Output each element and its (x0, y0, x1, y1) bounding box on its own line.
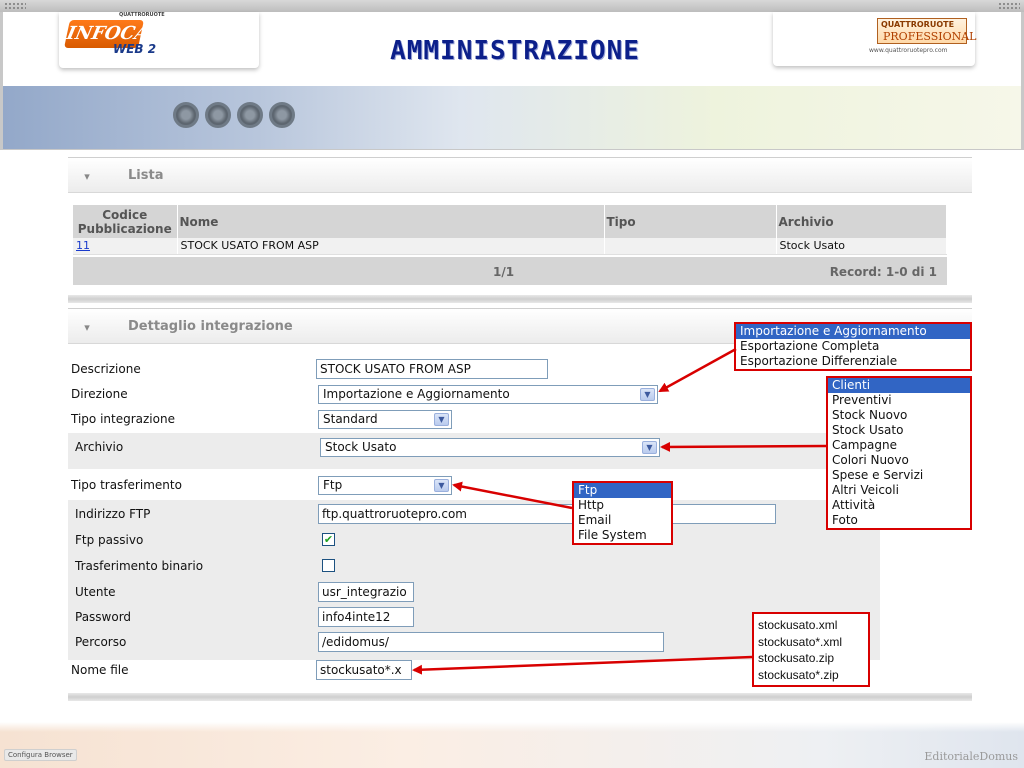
utente-input[interactable]: usr_integrazio (318, 582, 414, 602)
dettaglio-title: Dettaglio integrazione (128, 319, 293, 334)
configura-browser-button[interactable]: Configura Browser (4, 749, 77, 761)
trasferimento-binario-label: Trasferimento binario (75, 559, 204, 573)
infocar-logo: QUATTRORUOTE INFOCAR WEB 2 (59, 12, 259, 68)
option-item[interactable]: Ftp (574, 483, 671, 498)
chevron-down-icon[interactable]: ▼ (642, 441, 657, 454)
percorso-input[interactable]: /edidomus/ (318, 632, 664, 652)
cell-archivio: Stock Usato (776, 238, 947, 255)
option-item[interactable]: Stock Nuovo (828, 408, 970, 423)
top-bar (0, 0, 1024, 12)
page-title: AMMINISTRAZIONE (390, 36, 640, 66)
footer-brand: EditorialeDomus (924, 750, 1018, 763)
column-header: Archivio (776, 205, 947, 238)
footer: Configura Browser EditorialeDomus (0, 722, 1024, 768)
column-header: Codice Pubblicazione (73, 205, 178, 238)
ftp-passivo-label: Ftp passivo (75, 533, 144, 547)
grip-icon (998, 2, 1020, 10)
collapse-icon[interactable]: ▾ (80, 321, 94, 335)
direzione-label: Direzione (71, 387, 128, 401)
tipo-trasferimento-value: Ftp (323, 478, 343, 492)
percorso-label: Percorso (75, 635, 127, 649)
lista-table: Codice Pubblicazione Nome Tipo Archivio … (73, 205, 947, 255)
option-item[interactable]: Stock Usato (828, 423, 970, 438)
chevron-down-icon[interactable]: ▼ (434, 479, 449, 492)
password-label: Password (75, 610, 132, 624)
lista-title: Lista (128, 168, 164, 183)
grip-icon (4, 2, 26, 10)
collapse-icon[interactable]: ▾ (80, 170, 94, 184)
column-header: Tipo (604, 205, 777, 238)
archivio-value: Stock Usato (325, 440, 397, 454)
page-indicator: 1/1 (493, 265, 515, 279)
lista-section-header[interactable]: ▾ Lista (68, 157, 972, 193)
option-item[interactable]: Foto (828, 513, 970, 528)
option-item[interactable]: stockusato.zip (754, 650, 868, 667)
quattroruote-logo: QUATTRORUOTE PROFESSIONAL www.quattroruo… (773, 12, 977, 66)
header: QUATTRORUOTE INFOCAR WEB 2 AMMINISTRAZIO… (0, 12, 1024, 86)
nome-file-options-popup: stockusato.xml stockusato*.xml stockusat… (752, 612, 870, 687)
column-header: Nome (177, 205, 605, 238)
section-divider (68, 693, 972, 701)
option-item[interactable]: Spese e Servizi (828, 468, 970, 483)
cell-nome: STOCK USATO FROM ASP (177, 238, 605, 255)
nome-file-input[interactable]: stockusato*.x (316, 660, 412, 680)
table-row: 11 STOCK USATO FROM ASP Stock Usato (73, 238, 947, 255)
archivio-label: Archivio (75, 440, 124, 454)
direzione-options-popup: Importazione e Aggiornamento Esportazion… (734, 322, 972, 371)
ftp-passivo-checkbox[interactable]: ✔ (322, 533, 335, 546)
wheels-image (173, 92, 333, 136)
indirizzo-ftp-input[interactable]: ftp.quattroruotepro.com (318, 504, 776, 524)
indirizzo-ftp-label: Indirizzo FTP (75, 507, 151, 521)
tipo-trasferimento-select[interactable]: Ftp ▼ (318, 476, 452, 495)
archivio-select[interactable]: Stock Usato ▼ (320, 438, 660, 457)
option-item[interactable]: Campagne (828, 438, 970, 453)
pager: 1/1 Record: 1-0 di 1 (73, 257, 947, 285)
logo-sub-text: QUATTRORUOTE (119, 12, 165, 18)
tipo-integrazione-select[interactable]: Standard ▼ (318, 410, 452, 429)
option-item[interactable]: File System (574, 528, 671, 543)
trasferimento-options-popup: Ftp Http Email File System (572, 481, 673, 545)
descrizione-input[interactable]: STOCK USATO FROM ASP (316, 359, 548, 379)
logo-line2: PROFESSIONAL (883, 30, 977, 43)
tipo-integrazione-value: Standard (323, 412, 378, 426)
option-item[interactable]: Preventivi (828, 393, 970, 408)
option-item[interactable]: Email (574, 513, 671, 528)
header-banner (0, 86, 1024, 150)
logo-web-text: WEB 2 (113, 42, 157, 56)
option-item[interactable]: Clienti (828, 378, 970, 393)
descrizione-label: Descrizione (71, 362, 141, 376)
option-item[interactable]: Altri Veicoli (828, 483, 970, 498)
archivio-options-popup: Clienti Preventivi Stock Nuovo Stock Usa… (826, 376, 972, 530)
option-item[interactable]: Esportazione Completa (736, 339, 970, 354)
option-item[interactable]: Esportazione Differenziale (736, 354, 970, 369)
utente-label: Utente (75, 585, 116, 599)
option-item[interactable]: Importazione e Aggiornamento (736, 324, 970, 339)
nome-file-label: Nome file (71, 663, 129, 677)
option-item[interactable]: Http (574, 498, 671, 513)
cell-codice[interactable]: 11 (73, 238, 178, 255)
logo-url: www.quattroruotepro.com (869, 47, 948, 54)
option-item[interactable]: stockusato*.zip (754, 667, 868, 684)
section-divider (68, 295, 972, 303)
option-item[interactable]: Attività (828, 498, 970, 513)
option-item[interactable]: stockusato.xml (754, 617, 868, 634)
codice-link[interactable]: 11 (76, 239, 90, 252)
chevron-down-icon[interactable]: ▼ (640, 388, 655, 401)
tipo-trasferimento-label: Tipo trasferimento (71, 478, 182, 492)
trasferimento-binario-checkbox[interactable] (322, 559, 335, 572)
record-count: Record: 1-0 di 1 (829, 265, 937, 279)
direzione-select[interactable]: Importazione e Aggiornamento ▼ (318, 385, 658, 404)
logo-line1: QUATTRORUOTE (881, 20, 955, 29)
direzione-value: Importazione e Aggiornamento (323, 387, 510, 401)
password-input[interactable]: info4inte12 (318, 607, 414, 627)
cell-tipo (604, 238, 777, 255)
option-item[interactable]: Colori Nuovo (828, 453, 970, 468)
tipo-integrazione-label: Tipo integrazione (71, 412, 175, 426)
option-item[interactable]: stockusato*.xml (754, 634, 868, 651)
chevron-down-icon[interactable]: ▼ (434, 413, 449, 426)
